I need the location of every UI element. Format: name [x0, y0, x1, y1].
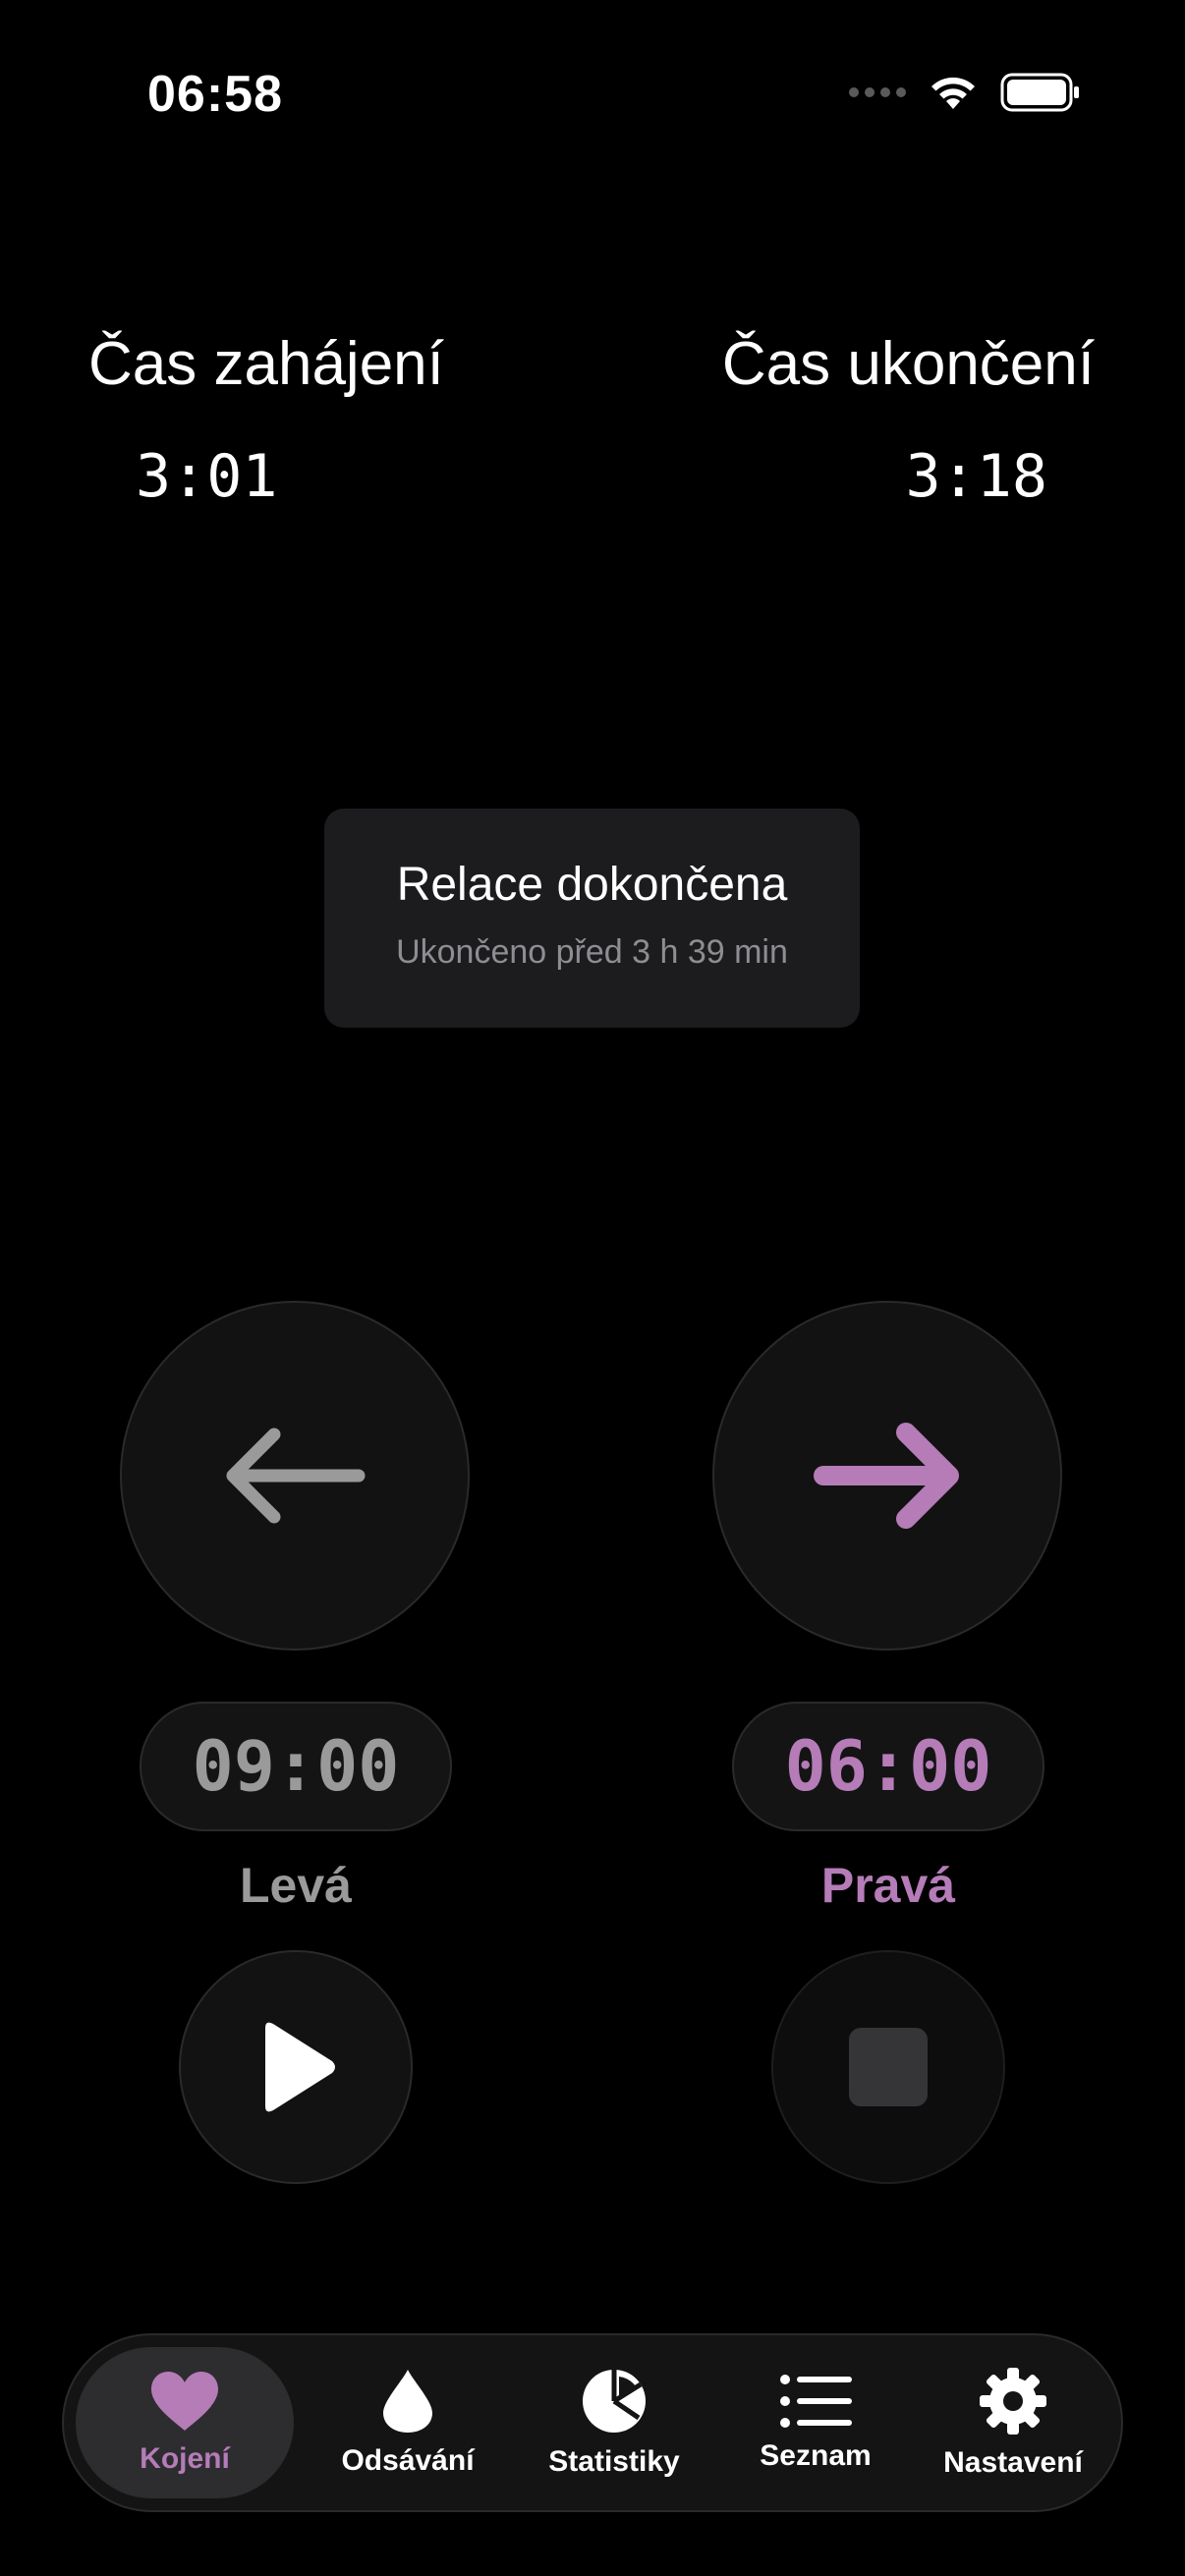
start-time-label: Čas zahájení — [88, 330, 444, 398]
wifi-icon — [931, 77, 975, 109]
right-side-label: Pravá — [820, 1858, 956, 1913]
cellular-signal-icon — [849, 87, 906, 97]
heart-icon — [151, 2372, 218, 2431]
start-time-value: 3:01 — [136, 442, 278, 511]
session-subtitle: Ukončeno před 3 h 39 min — [396, 933, 788, 971]
pie-chart-icon — [583, 2370, 646, 2433]
tab-label-seznam: Seznam — [760, 2439, 872, 2472]
session-status-card: Relace dokončena Ukončeno před 3 h 39 mi… — [324, 809, 860, 1028]
drop-icon — [383, 2370, 432, 2433]
left-side-button[interactable] — [120, 1301, 470, 1651]
tab-label-odsavani: Odsávání — [341, 2444, 475, 2477]
end-time-block[interactable]: Čas ukončení 3:18 — [722, 329, 1095, 511]
tab-nastaveni[interactable]: Nastavení — [915, 2335, 1111, 2510]
status-indicators — [849, 73, 1081, 112]
status-time: 06:58 — [147, 66, 283, 123]
start-time-block[interactable]: Čas zahájení 3:01 — [88, 329, 444, 511]
tab-label-statistiky: Statistiky — [548, 2445, 680, 2478]
tab-kojeni[interactable]: Kojení — [76, 2347, 294, 2498]
arrow-left-icon — [226, 1428, 366, 1524]
tab-label-kojeni: Kojení — [140, 2442, 230, 2475]
play-button[interactable] — [179, 1950, 413, 2184]
tab-label-nastaveni: Nastavení — [943, 2446, 1083, 2479]
tab-bar: Kojení Odsávání Statistiky Seznam Nastav… — [62, 2333, 1123, 2512]
arrow-right-icon — [814, 1423, 959, 1529]
right-side-button[interactable] — [712, 1301, 1062, 1651]
end-time-label: Čas ukončení — [721, 330, 1095, 398]
stop-icon — [849, 2028, 928, 2106]
gear-icon — [980, 2368, 1046, 2435]
tab-seznam[interactable]: Seznam — [722, 2335, 909, 2510]
tab-statistiky[interactable]: Statistiky — [516, 2335, 712, 2510]
battery-icon — [1000, 73, 1079, 112]
stop-button[interactable] — [771, 1950, 1005, 2184]
tab-odsavani[interactable]: Odsávání — [310, 2335, 506, 2510]
play-icon — [265, 2022, 335, 2112]
left-timer: 09:00 — [140, 1702, 452, 1831]
session-title: Relace dokončena — [396, 859, 788, 911]
left-side-label: Levá — [240, 1858, 352, 1913]
right-timer: 06:00 — [732, 1702, 1044, 1831]
end-time-value: 3:18 — [905, 442, 1048, 511]
list-icon — [780, 2375, 852, 2428]
